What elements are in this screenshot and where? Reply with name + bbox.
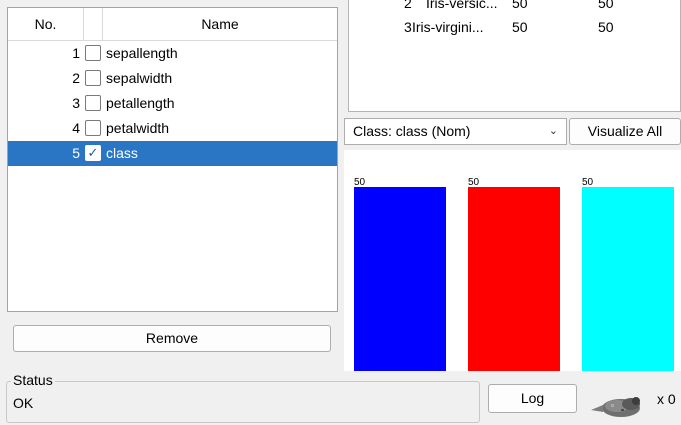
attribute-name: petallength [106, 95, 175, 111]
attribute-number: 3 [72, 95, 80, 111]
attribute-row-petallength[interactable]: 3 petallength [8, 91, 337, 116]
attribute-number: 5 [72, 145, 80, 161]
histogram-bar-2 [468, 187, 560, 371]
row-number: 3 [404, 19, 412, 35]
row-label: Iris-virgini... [412, 19, 484, 35]
attribute-checkbox[interactable] [85, 95, 101, 111]
class-histogram: 50 50 50 [344, 150, 681, 371]
attribute-checkbox[interactable] [85, 70, 101, 86]
chevron-down-icon: ⌄ [548, 125, 558, 137]
attribute-name: sepalwidth [106, 70, 173, 86]
histogram-bar-label-3: 50 [582, 177, 594, 188]
histogram-bar-3 [582, 187, 674, 371]
column-header-no[interactable]: No. [8, 8, 84, 40]
status-title: Status [11, 372, 55, 388]
attribute-row-sepalwidth[interactable]: 2 sepalwidth [8, 66, 337, 91]
attribute-row-sepallength[interactable]: 1 sepallength [8, 41, 337, 66]
row-label: Iris-versic... [426, 0, 498, 11]
task-count: x 0 [657, 391, 676, 407]
attribute-row-class[interactable]: 5 ✓ class [8, 141, 337, 166]
histogram-bar-1 [354, 187, 446, 371]
status-text: OK [13, 395, 34, 411]
remove-button[interactable]: Remove [13, 325, 331, 352]
histogram-bar-label-1: 50 [354, 177, 366, 188]
attributes-table-header: No. Name [8, 8, 337, 41]
attribute-row-petalwidth[interactable]: 4 petalwidth [8, 116, 337, 141]
attribute-checkbox-checked[interactable]: ✓ [85, 145, 101, 161]
column-header-select [84, 8, 103, 40]
attribute-name: sepallength [106, 45, 178, 61]
histogram-bar-label-2: 50 [468, 177, 480, 188]
table-row[interactable]: 2 Iris-versic... 50 50 [349, 0, 681, 15]
attribute-name: petalwidth [106, 120, 170, 136]
status-panel [6, 381, 480, 423]
attribute-checkbox[interactable] [85, 45, 101, 61]
attribute-number: 1 [72, 45, 80, 61]
log-button[interactable]: Log [488, 384, 577, 413]
attributes-table[interactable]: No. Name 1 sepallength 2 sepalwidth 3 pe… [7, 7, 338, 312]
row-number: 2 [404, 0, 412, 11]
row-weight: 50 [598, 0, 614, 11]
weka-bird-icon[interactable] [591, 392, 647, 420]
row-count: 50 [512, 0, 528, 11]
visualize-all-button[interactable]: Visualize All [569, 118, 681, 145]
class-select[interactable]: Class: class (Nom) ⌄ [344, 118, 567, 145]
column-header-name[interactable]: Name [103, 8, 337, 40]
attribute-number: 4 [72, 120, 80, 136]
attribute-name: class [106, 145, 138, 161]
selected-attribute-table[interactable]: 2 Iris-versic... 50 50 3 Iris-virgini...… [348, 0, 681, 112]
table-row[interactable]: 3 Iris-virgini... 50 50 [349, 15, 681, 39]
class-histogram-svg: 50 50 50 [354, 177, 674, 371]
row-weight: 50 [598, 19, 614, 35]
attribute-number: 2 [72, 70, 80, 86]
class-select-value: Class: class (Nom) [353, 123, 471, 139]
row-count: 50 [512, 19, 528, 35]
attribute-checkbox[interactable] [85, 120, 101, 136]
